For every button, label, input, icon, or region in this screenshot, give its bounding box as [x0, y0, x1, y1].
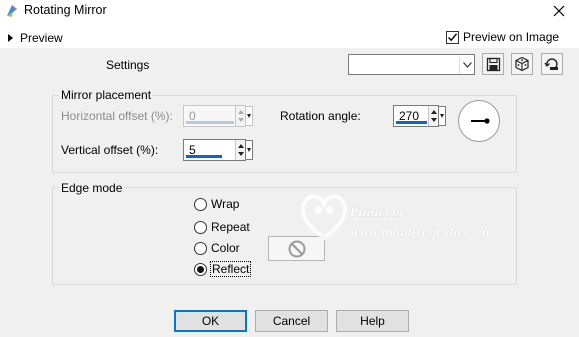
title-bar: Rotating Mirror — [0, 0, 579, 22]
settings-row: Settings — [0, 48, 579, 80]
close-icon[interactable] — [553, 1, 565, 21]
radio-color[interactable] — [194, 241, 207, 255]
no-color-icon — [288, 240, 305, 257]
ok-button[interactable]: OK — [174, 310, 247, 332]
preview-label: Preview — [20, 31, 63, 45]
chevron-right-icon — [8, 34, 13, 42]
edge-color-swatch — [268, 236, 325, 261]
horizontal-offset-flyout — [245, 106, 253, 126]
dial-needle-icon — [471, 118, 490, 124]
rotation-angle-arrows[interactable] — [428, 106, 438, 126]
edge-mode-wrap[interactable]: Wrap — [194, 197, 239, 211]
preview-expander[interactable]: Preview — [8, 31, 63, 45]
chevron-down-icon[interactable] — [459, 55, 474, 74]
vertical-offset-spinner[interactable]: 5 — [183, 139, 253, 161]
reset-button[interactable] — [541, 53, 563, 75]
cancel-button-label: Cancel — [272, 314, 311, 328]
dice-icon — [515, 56, 529, 72]
help-button[interactable]: Help — [336, 310, 409, 332]
save-preset-button[interactable] — [482, 53, 504, 75]
preview-on-image-label: Preview on Image — [463, 30, 560, 44]
rotation-angle-label: Rotation angle: — [280, 109, 361, 123]
mirror-placement-group — [52, 95, 517, 173]
reset-icon — [544, 58, 558, 70]
mirror-placement-title: Mirror placement — [59, 88, 154, 102]
edge-mode-wrap-label: Wrap — [211, 197, 240, 211]
edge-mode-repeat[interactable]: Repeat — [194, 220, 250, 234]
edge-mode-reflect-label: Reflect — [209, 261, 252, 277]
settings-label: Settings — [106, 58, 150, 72]
rotation-angle-dial[interactable] — [458, 100, 500, 142]
horizontal-offset-slider — [186, 121, 234, 124]
edge-mode-title: Edge mode — [59, 181, 125, 195]
help-button-label: Help — [360, 314, 385, 328]
app-icon — [4, 3, 20, 19]
preview-on-image-checkbox[interactable]: Preview on Image — [446, 30, 559, 44]
edge-mode-reflect[interactable]: Reflect — [194, 261, 252, 277]
vertical-offset-slider[interactable] — [186, 155, 222, 158]
cancel-button[interactable]: Cancel — [255, 310, 328, 332]
edge-mode-color-label: Color — [211, 241, 240, 255]
window-title: Rotating Mirror — [24, 3, 107, 17]
randomize-button[interactable] — [511, 53, 533, 75]
rotation-angle-spinner[interactable]: 270 — [393, 105, 446, 127]
horizontal-offset-spinner: 0 — [183, 105, 253, 127]
radio-wrap[interactable] — [194, 197, 207, 211]
vertical-offset-arrows[interactable] — [235, 140, 245, 160]
radio-repeat[interactable] — [194, 220, 207, 234]
save-icon — [486, 57, 500, 71]
rotation-angle-slider[interactable] — [396, 121, 427, 124]
vertical-offset-label: Vertical offset (%): — [61, 143, 159, 157]
checkmark-icon — [448, 32, 458, 41]
preset-dropdown[interactable] — [348, 54, 475, 75]
ok-button-label: OK — [201, 314, 220, 328]
radio-reflect[interactable] — [194, 262, 207, 276]
vertical-offset-flyout[interactable] — [245, 140, 253, 160]
edge-mode-repeat-label: Repeat — [211, 220, 250, 234]
rotation-angle-flyout[interactable] — [438, 106, 446, 126]
horizontal-offset-arrows — [235, 106, 245, 126]
checkbox-box[interactable] — [446, 30, 459, 44]
edge-mode-color[interactable]: Color — [194, 241, 240, 255]
horizontal-offset-label: Horizontal offset (%): — [61, 109, 173, 123]
